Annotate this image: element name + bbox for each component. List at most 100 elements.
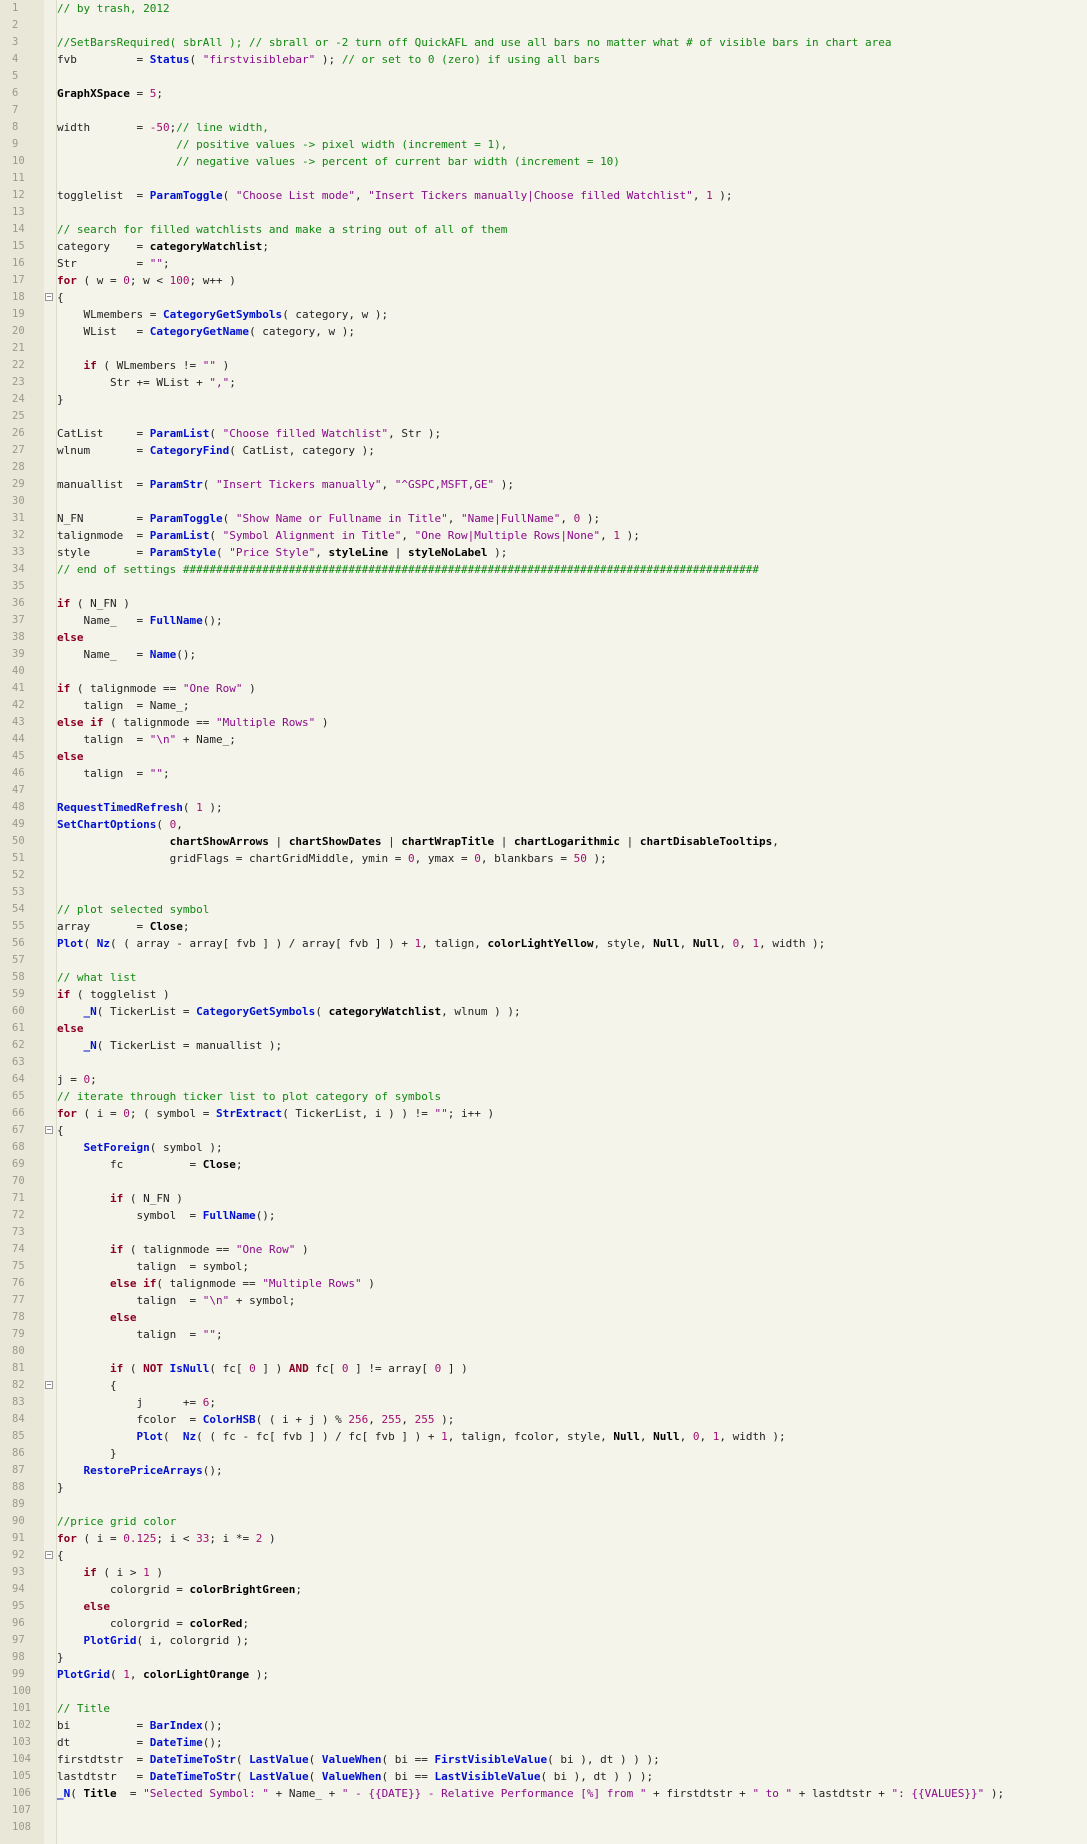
code-line[interactable]: 49 SetChartOptions( 0, (0, 816, 1087, 833)
code-line[interactable]: 88} (0, 1479, 1087, 1496)
code-line[interactable]: 22 if ( WLmembers != "" ) (0, 357, 1087, 374)
code-line[interactable]: 47 (0, 782, 1087, 799)
code-line[interactable]: 100 (0, 1683, 1087, 1700)
code-line[interactable]: 45 else (0, 748, 1087, 765)
fold-toggle-icon[interactable]: − (45, 1551, 53, 1559)
code-line[interactable]: 8 width = -50;// line width, (0, 119, 1087, 136)
code-line[interactable]: 24} (0, 391, 1087, 408)
code-line[interactable]: 36 if ( N_FN ) (0, 595, 1087, 612)
code-line[interactable]: 64 j = 0; (0, 1071, 1087, 1088)
code-line[interactable]: 40 (0, 663, 1087, 680)
code-line[interactable]: 69 fc = Close; (0, 1156, 1087, 1173)
code-line[interactable]: 37 Name_ = FullName(); (0, 612, 1087, 629)
fold-toggle-icon[interactable]: − (45, 293, 53, 301)
code-line[interactable]: 19 WLmembers = CategoryGetSymbols( categ… (0, 306, 1087, 323)
code-line[interactable]: 11 (0, 170, 1087, 187)
code-line[interactable]: 1 // by trash, 2012 (0, 0, 1087, 17)
code-line[interactable]: 73 (0, 1224, 1087, 1241)
code-line[interactable]: 71 if ( N_FN ) (0, 1190, 1087, 1207)
code-line[interactable]: 10 // negative values -> percent of curr… (0, 153, 1087, 170)
code-line[interactable]: 101 // Title (0, 1700, 1087, 1717)
code-line[interactable]: 63 (0, 1054, 1087, 1071)
code-line[interactable]: 41 if ( talignmode == "One Row" ) (0, 680, 1087, 697)
fold-toggle-icon[interactable]: − (45, 1126, 53, 1134)
code-line[interactable]: 57 (0, 952, 1087, 969)
code-line[interactable]: 91 for ( i = 0.125; i < 33; i *= 2 ) (0, 1530, 1087, 1547)
code-line[interactable]: 76 else if( talignmode == "Multiple Rows… (0, 1275, 1087, 1292)
code-line[interactable]: 70 (0, 1173, 1087, 1190)
code-line[interactable]: 54 // plot selected symbol (0, 901, 1087, 918)
code-line[interactable]: 55 array = Close; (0, 918, 1087, 935)
code-line[interactable]: 72 symbol = FullName(); (0, 1207, 1087, 1224)
code-line[interactable]: 77 talign = "\n" + symbol; (0, 1292, 1087, 1309)
code-line[interactable]: 80 (0, 1343, 1087, 1360)
code-line[interactable]: 35 (0, 578, 1087, 595)
code-line[interactable]: 44 talign = "\n" + Name_; (0, 731, 1087, 748)
code-line[interactable]: 17 for ( w = 0; w < 100; w++ ) (0, 272, 1087, 289)
code-line[interactable]: 82 − { (0, 1377, 1087, 1394)
code-line[interactable]: 83 j += 6; (0, 1394, 1087, 1411)
code-line[interactable]: 30 (0, 493, 1087, 510)
code-line[interactable]: 25 (0, 408, 1087, 425)
code-line[interactable]: 85 Plot( Nz( ( fc - fc[ fvb ] ) / fc[ fv… (0, 1428, 1087, 1445)
code-line[interactable]: 12 togglelist = ParamToggle( "Choose List… (0, 187, 1087, 204)
code-line[interactable]: 13 (0, 204, 1087, 221)
code-line[interactable]: 6 GraphXSpace = 5; (0, 85, 1087, 102)
code-line[interactable]: 32 talignmode = ParamList( "Symbol Alignm… (0, 527, 1087, 544)
code-line[interactable]: 102 bi = BarIndex(); (0, 1717, 1087, 1734)
code-line[interactable]: 96 colorgrid = colorRed; (0, 1615, 1087, 1632)
code-line[interactable]: 98} (0, 1649, 1087, 1666)
code-line[interactable]: 60 _N( TickerList = CategoryGetSymbols( … (0, 1003, 1087, 1020)
code-line[interactable]: 86 } (0, 1445, 1087, 1462)
code-line[interactable]: 53 (0, 884, 1087, 901)
code-line[interactable]: 21 (0, 340, 1087, 357)
code-line[interactable]: 107 (0, 1802, 1087, 1819)
code-line[interactable]: 74 if ( talignmode == "One Row" ) (0, 1241, 1087, 1258)
code-line[interactable]: 3 //SetBarsRequired( sbrAll ); // sbrall … (0, 34, 1087, 51)
code-line[interactable]: 42 talign = Name_; (0, 697, 1087, 714)
code-line[interactable]: 106 _N( Title = "Selected Symbol: " + Nam… (0, 1785, 1087, 1802)
code-line[interactable]: 50 chartShowArrows | chartShowDates | ch… (0, 833, 1087, 850)
code-line[interactable]: 7 (0, 102, 1087, 119)
code-line[interactable]: 97 PlotGrid( i, colorgrid ); (0, 1632, 1087, 1649)
code-line[interactable]: 16 Str = ""; (0, 255, 1087, 272)
code-line[interactable]: 62 _N( TickerList = manuallist ); (0, 1037, 1087, 1054)
code-line[interactable]: 68 SetForeign( symbol ); (0, 1139, 1087, 1156)
code-line[interactable]: 26 CatList = ParamList( "Choose filled Wa… (0, 425, 1087, 442)
code-line[interactable]: 56 Plot( Nz( ( array - array[ fvb ] ) / a… (0, 935, 1087, 952)
code-line[interactable]: 75 talign = symbol; (0, 1258, 1087, 1275)
code-line[interactable]: 78 else (0, 1309, 1087, 1326)
code-line[interactable]: 48 RequestTimedRefresh( 1 ); (0, 799, 1087, 816)
code-line[interactable]: 15 category = categoryWatchlist; (0, 238, 1087, 255)
code-editor[interactable]: 1// by trash, 2012 2 3//SetBarsRequired( s… (0, 0, 1087, 1844)
code-line[interactable]: 51 gridFlags = chartGridMiddle, ymin = 0… (0, 850, 1087, 867)
code-line[interactable]: 67 −{ (0, 1122, 1087, 1139)
code-line[interactable]: 92 −{ (0, 1547, 1087, 1564)
code-line[interactable]: 31 N_FN = ParamToggle( "Show Name or Full… (0, 510, 1087, 527)
code-line[interactable]: 39 Name_ = Name(); (0, 646, 1087, 663)
code-line[interactable]: 23 Str += WList + ","; (0, 374, 1087, 391)
code-line[interactable]: 93 if ( i > 1 ) (0, 1564, 1087, 1581)
code-line[interactable]: 33 style = ParamStyle( "Price Style", sty… (0, 544, 1087, 561)
code-line[interactable]: 61 else (0, 1020, 1087, 1037)
code-line[interactable]: 89 (0, 1496, 1087, 1513)
code-line[interactable]: 66 for ( i = 0; ( symbol = StrExtract( Ti… (0, 1105, 1087, 1122)
code-line[interactable]: 99 PlotGrid( 1, colorLightOrange ); (0, 1666, 1087, 1683)
code-line[interactable]: 2 (0, 17, 1087, 34)
code-line[interactable]: 65 // iterate through ticker list to plot… (0, 1088, 1087, 1105)
code-line[interactable]: 38 else (0, 629, 1087, 646)
code-line[interactable]: 52 (0, 867, 1087, 884)
code-line[interactable]: 20 WList = CategoryGetName( category, w … (0, 323, 1087, 340)
code-line[interactable]: 29 manuallist = ParamStr( "Insert Tickers… (0, 476, 1087, 493)
code-line[interactable]: 4 fvb = Status( "firstvisiblebar" ); // o… (0, 51, 1087, 68)
code-line[interactable]: 34 // end of settings ###################… (0, 561, 1087, 578)
code-line[interactable]: 5 (0, 68, 1087, 85)
code-line[interactable]: 59 if ( togglelist ) (0, 986, 1087, 1003)
code-line[interactable]: 81 if ( NOT IsNull( fc[ 0 ] ) AND fc[ 0 … (0, 1360, 1087, 1377)
code-line[interactable]: 9 // positive values -> pixel width (inc… (0, 136, 1087, 153)
code-line[interactable]: 18 −{ (0, 289, 1087, 306)
code-line[interactable]: 84 fcolor = ColorHSB( ( i + j ) % 256, 2… (0, 1411, 1087, 1428)
code-line[interactable]: 27 wlnum = CategoryFind( CatList, categor… (0, 442, 1087, 459)
code-line[interactable]: 28 (0, 459, 1087, 476)
code-line[interactable]: 108 (0, 1819, 1087, 1836)
